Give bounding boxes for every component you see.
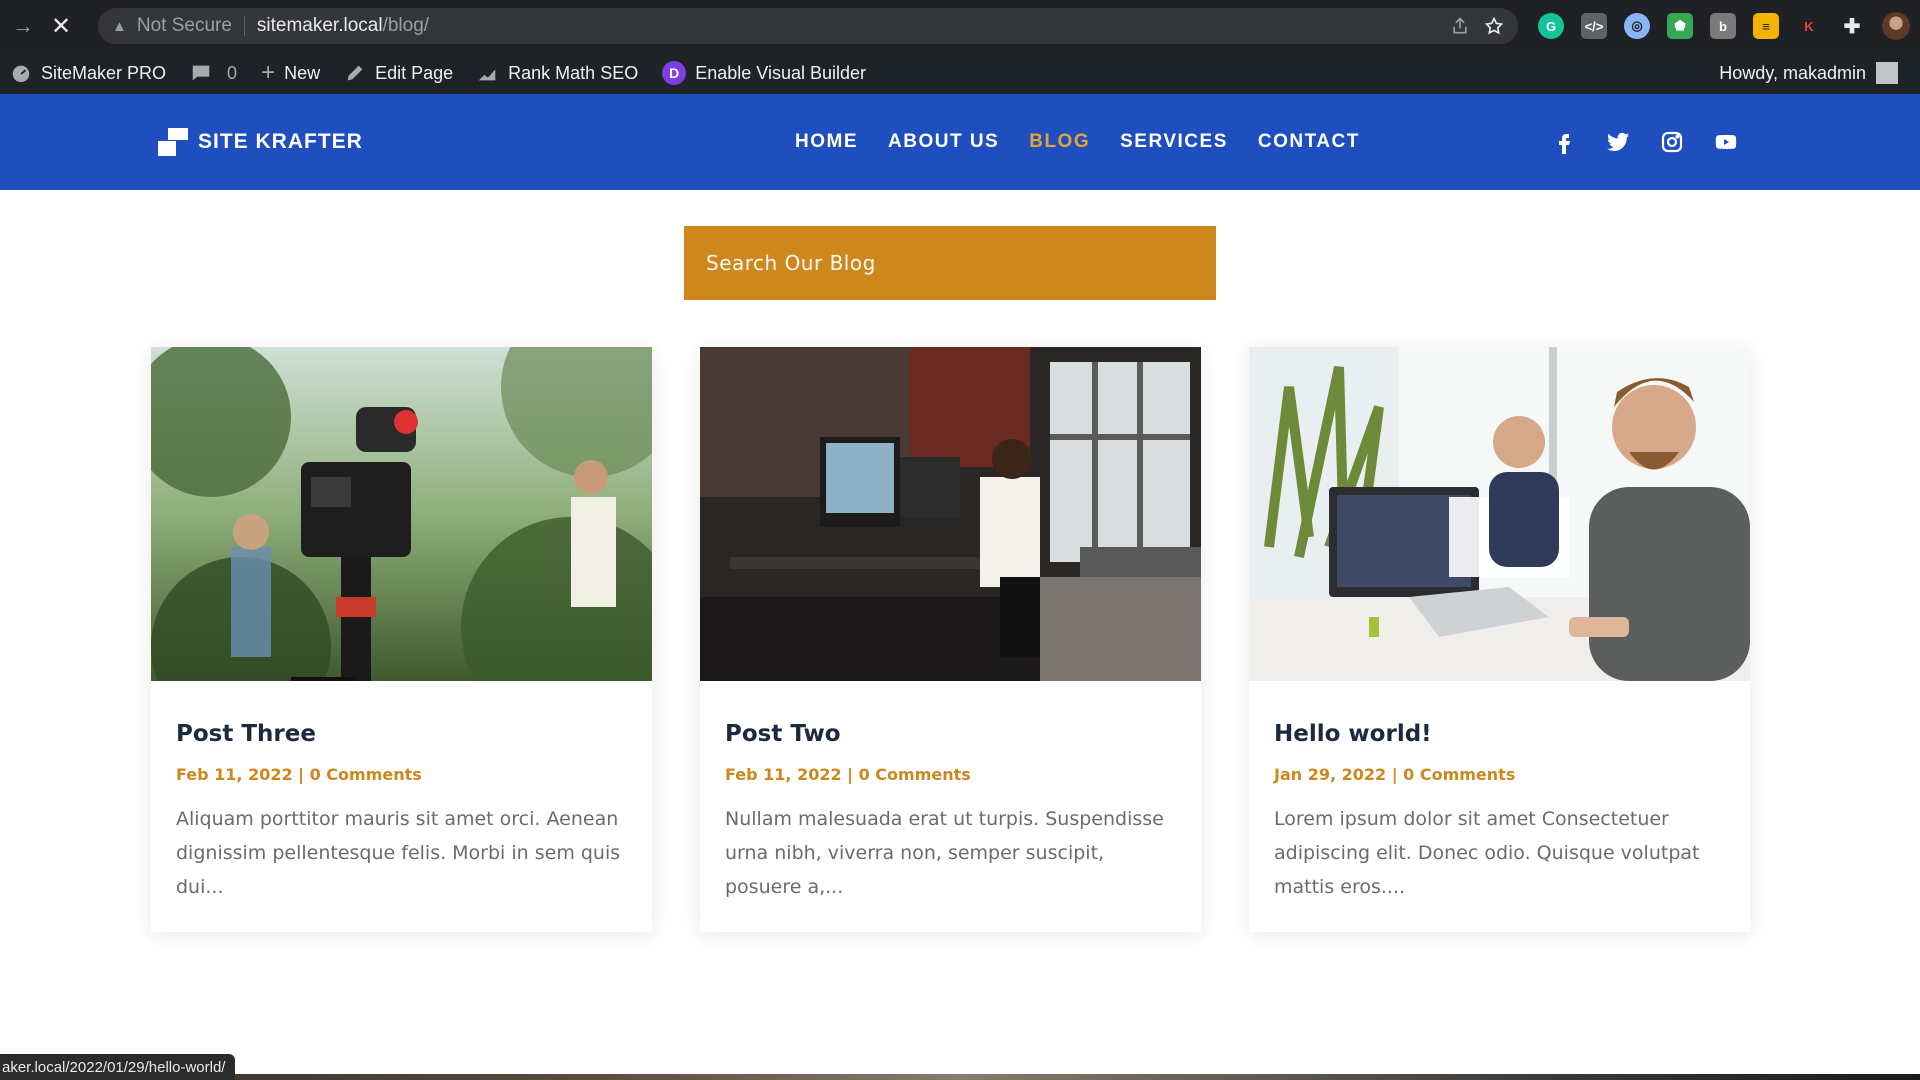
- status-url-tooltip: aker.local/2022/01/29/hello-world/: [0, 1054, 236, 1080]
- new-menu[interactable]: + New: [249, 52, 332, 94]
- grammarly-icon[interactable]: G: [1538, 13, 1564, 39]
- comments-count: 0: [227, 62, 238, 83]
- warning-icon: ▲: [112, 17, 127, 35]
- nav-blog[interactable]: BLOG: [1029, 131, 1090, 153]
- post-title[interactable]: Hello world!: [1274, 721, 1725, 747]
- comments-menu[interactable]: 0: [178, 52, 249, 94]
- new-label: New: [284, 62, 321, 83]
- post-meta[interactable]: Feb 11, 2022 | 0 Comments: [725, 765, 1176, 784]
- address-bar[interactable]: ▲ Not Secure sitemaker.local/blog/: [98, 8, 1518, 44]
- search-input[interactable]: [706, 251, 1186, 275]
- site-header: SITE KRAFTER HOME ABOUT US BLOG SERVICES…: [0, 94, 1920, 190]
- notes-icon[interactable]: ≡: [1753, 13, 1779, 39]
- nav-about-us[interactable]: ABOUT US: [888, 131, 999, 153]
- post-title[interactable]: Post Two: [725, 721, 1176, 747]
- post-thumbnail[interactable]: [700, 347, 1201, 681]
- next-section-strip: [0, 1074, 1920, 1080]
- puzzle-icon[interactable]: ✚: [1839, 13, 1865, 39]
- k-icon[interactable]: K: [1796, 13, 1822, 39]
- comment-icon: [192, 65, 210, 81]
- pencil-icon: [347, 65, 363, 81]
- site-name-label: SiteMaker PRO: [41, 62, 167, 83]
- dashboard-icon: [12, 65, 30, 83]
- arrow-right-icon[interactable]: →: [8, 11, 38, 41]
- plus-icon: +: [261, 59, 276, 86]
- star-icon[interactable]: [1484, 16, 1504, 36]
- logo-text: SITE KRAFTER: [198, 130, 363, 153]
- lock-icon[interactable]: ◎: [1624, 13, 1650, 39]
- post-card[interactable]: Post Two Feb 11, 2022 | 0 Comments Nulla…: [700, 347, 1201, 932]
- howdy-label: Howdy, makadmin: [1719, 62, 1866, 83]
- edit-page-link[interactable]: Edit Page: [332, 52, 465, 94]
- youtube-icon[interactable]: [1714, 130, 1738, 154]
- rank-math-menu[interactable]: Rank Math SEO: [465, 52, 650, 94]
- url-path: /blog/: [382, 15, 430, 36]
- post-thumbnail[interactable]: [151, 347, 652, 681]
- main-nav: HOME ABOUT US BLOG SERVICES CONTACT: [795, 94, 1360, 190]
- instagram-icon[interactable]: [1660, 130, 1684, 154]
- chart-icon: [478, 69, 496, 81]
- twitter-icon[interactable]: [1606, 130, 1630, 154]
- site-name-menu[interactable]: SiteMaker PRO: [0, 52, 178, 94]
- post-card[interactable]: Hello world! Jan 29, 2022 | 0 Comments L…: [1249, 347, 1750, 932]
- nav-services[interactable]: SERVICES: [1120, 131, 1228, 153]
- post-excerpt: Nullam malesuada erat ut turpis. Suspend…: [725, 808, 1164, 898]
- logo-mark-icon: [158, 128, 188, 156]
- code-icon[interactable]: </>: [1581, 13, 1607, 39]
- bookmark-icon[interactable]: b: [1710, 13, 1736, 39]
- browser-toolbar: → ✕ ▲ Not Secure sitemaker.local/blog/ G…: [0, 0, 1920, 52]
- share-icon[interactable]: [1450, 16, 1470, 36]
- post-meta[interactable]: Jan 29, 2022 | 0 Comments: [1274, 765, 1725, 784]
- site-logo[interactable]: SITE KRAFTER: [158, 128, 363, 156]
- post-meta[interactable]: Feb 11, 2022 | 0 Comments: [176, 765, 627, 784]
- url-host: sitemaker.local: [256, 15, 383, 36]
- post-thumbnail[interactable]: [1249, 347, 1750, 681]
- visual-builder-label: Enable Visual Builder: [695, 62, 866, 83]
- facebook-icon[interactable]: [1552, 130, 1576, 154]
- nav-contact[interactable]: CONTACT: [1258, 131, 1360, 153]
- shield-icon[interactable]: ⬟: [1667, 13, 1693, 39]
- post-excerpt: Aliquam porttitor mauris sit amet orci. …: [176, 808, 621, 898]
- divi-icon: D: [662, 61, 687, 85]
- security-label: Not Secure: [136, 15, 232, 36]
- omnibox-divider: [243, 16, 245, 36]
- wp-admin-bar: SiteMaker PRO 0 + New Edit Page Rank Mat…: [0, 52, 1920, 94]
- user-avatar: [1876, 62, 1898, 84]
- close-icon[interactable]: ✕: [46, 11, 76, 41]
- blog-search: [684, 226, 1216, 300]
- edit-page-label: Edit Page: [375, 62, 454, 83]
- profile-avatar[interactable]: [1882, 12, 1910, 40]
- rank-math-label: Rank Math SEO: [508, 62, 639, 83]
- social-links: [1552, 94, 1738, 190]
- user-menu[interactable]: Howdy, makadmin: [1719, 52, 1898, 94]
- post-title[interactable]: Post Three: [176, 721, 627, 747]
- post-excerpt: Lorem ipsum dolor sit amet Consectetuer …: [1274, 808, 1700, 898]
- nav-home[interactable]: HOME: [795, 131, 858, 153]
- post-card[interactable]: Post Three Feb 11, 2022 | 0 Comments Ali…: [151, 347, 652, 932]
- visual-builder-link[interactable]: D Enable Visual Builder: [650, 52, 878, 94]
